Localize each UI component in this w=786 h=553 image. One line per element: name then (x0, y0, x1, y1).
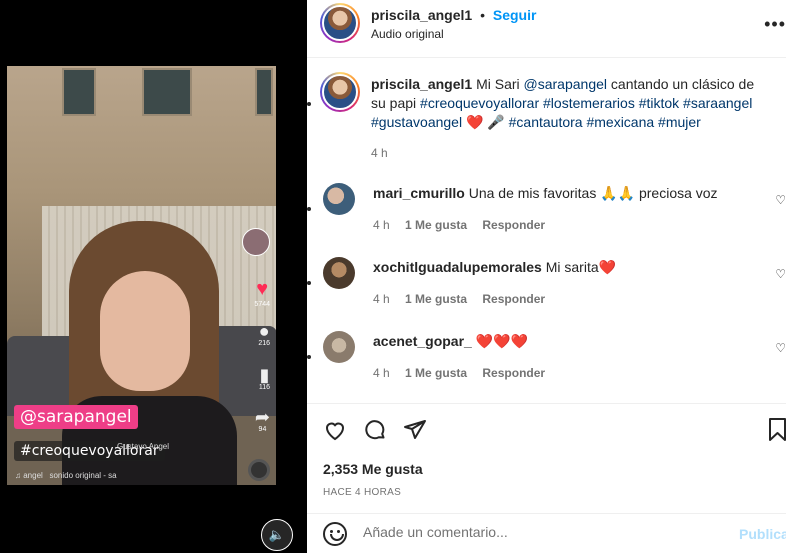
comment-meta: 4 h 1 Me gusta Responder (373, 218, 545, 232)
caption-mention[interactable]: @sarapangel (524, 76, 608, 92)
publish-button[interactable]: Publicar (739, 526, 786, 542)
audio-label[interactable]: Audio original (371, 27, 444, 41)
caption-text: Mi Sari (476, 76, 520, 92)
side-dot (307, 355, 311, 359)
video-sound-label: sonido original - sa (49, 471, 117, 480)
comment-meta: 4 h 1 Me gusta Responder (373, 292, 545, 306)
comment-likes[interactable]: 1 Me gusta (405, 292, 467, 306)
comment-likes[interactable]: 1 Me gusta (405, 218, 467, 232)
follow-button[interactable]: Seguir (493, 7, 537, 23)
tiktok-comment: ● 216 (258, 322, 270, 347)
caption-avatar[interactable] (320, 72, 360, 112)
tiktok-save: ▮ 116 (259, 366, 270, 391)
author-username[interactable]: priscila_angel1 (371, 7, 472, 23)
background-window (142, 68, 192, 116)
reply-button[interactable]: Responder (482, 292, 545, 306)
post-caption: priscila_angel1 Mi Sari @sarapangel cant… (371, 75, 771, 163)
comment-avatar[interactable] (323, 257, 355, 289)
comment-text-row: acenet_gopar_ ❤️❤️❤️ (373, 333, 528, 350)
caption-hashtags[interactable]: #cantautora #mexicana #mujer (509, 114, 701, 130)
post-header: priscila_angel1 • Seguir Audio original … (307, 0, 786, 58)
tiktok-bookmark-icon: ▮ (259, 365, 270, 385)
video-player[interactable]: ♥ 5744 ● 216 ▮ 116 ➦ 94 @sarapangel #cre… (7, 66, 276, 485)
like-count[interactable]: 2,353 Me gusta (323, 461, 423, 477)
comment-text: ❤️❤️❤️ (475, 333, 529, 349)
comment-username[interactable]: xochitlguadalupemorales (373, 259, 542, 275)
video-mention-tag: @sarapangel (14, 405, 138, 429)
person-face (100, 271, 190, 391)
tiktok-like-count: 5744 (254, 301, 270, 308)
media-panel: ♥ 5744 ● 216 ▮ 116 ➦ 94 @sarapangel #cre… (0, 0, 307, 553)
tiktok-comment-icon: ● (258, 321, 270, 341)
tiktok-profile (242, 228, 270, 256)
video-sound: ♫ angel sonido original - sa (15, 471, 117, 480)
separator-dot: • (480, 7, 485, 23)
share-send-icon[interactable] (403, 418, 427, 447)
comment-avatar[interactable] (323, 183, 355, 215)
caption-emoji: ❤️ 🎤 (465, 114, 505, 130)
background-window (255, 68, 273, 116)
side-dot (307, 207, 311, 211)
tiktok-share-icon: ➦ (254, 407, 270, 427)
reply-button[interactable]: Responder (482, 366, 545, 380)
comment-username[interactable]: acenet_gopar_ (373, 333, 472, 349)
background-window (62, 68, 96, 116)
emoji-smile-icon[interactable] (323, 522, 347, 546)
author-avatar[interactable] (320, 3, 360, 43)
comment-likes[interactable]: 1 Me gusta (405, 366, 467, 380)
comment-username[interactable]: mari_cmurillo (373, 185, 465, 201)
tiktok-avatar (242, 228, 270, 256)
bookmark-icon[interactable] (769, 418, 786, 447)
comment-time: 4 h (373, 218, 390, 232)
add-comment-bar: Publicar (307, 513, 786, 553)
comment-meta: 4 h 1 Me gusta Responder (373, 366, 545, 380)
like-heart-icon[interactable] (323, 418, 347, 447)
mute-button[interactable]: 🔈 (261, 519, 293, 551)
tiktok-share-count: 94 (258, 426, 267, 433)
author-line: priscila_angel1 • Seguir (371, 7, 536, 23)
comments-list[interactable]: priscila_angel1 Mi Sari @sarapangel cant… (307, 59, 786, 403)
speaker-icon: 🔈 (268, 527, 286, 542)
more-options-icon[interactable]: ••• (764, 14, 786, 35)
caption-hashtags[interactable]: #gustavoangel (371, 114, 462, 130)
comment-like-icon[interactable]: ♡ (775, 267, 786, 281)
comment-time: 4 h (373, 366, 390, 380)
side-dot (307, 102, 311, 106)
caption-username[interactable]: priscila_angel1 (371, 76, 472, 92)
comment-text: Una de mis favoritas 🙏🙏 preciosa voz (468, 185, 718, 201)
tiktok-like: ♥ 5744 (254, 278, 270, 308)
comment-like-icon[interactable]: ♡ (775, 341, 786, 355)
side-dot (307, 281, 311, 285)
comment-bubble-icon[interactable] (363, 418, 387, 447)
post-actions: 2,353 Me gusta HACE 4 HORAS (307, 403, 786, 513)
comment-avatar[interactable] (323, 331, 355, 363)
comment-time: 4 h (373, 292, 390, 306)
video-credit: Gustavo Angel (117, 442, 170, 451)
comment-text-row: mari_cmurillo Una de mis favoritas 🙏🙏 pr… (373, 185, 718, 202)
video-sound-user: angel (23, 471, 43, 480)
reply-button[interactable]: Responder (482, 218, 545, 232)
comment-text: Mi sarita❤️ (545, 259, 617, 275)
post-time: HACE 4 HORAS (323, 487, 402, 498)
tiktok-comment-count: 216 (258, 340, 270, 347)
tiktok-save-count: 116 (258, 384, 270, 391)
post-panel: priscila_angel1 • Seguir Audio original … (307, 0, 786, 553)
music-note-icon: ♫ (15, 471, 21, 480)
tiktok-disc-icon (248, 459, 270, 481)
caption-hashtags[interactable]: #creoquevoyallorar #lostemerarios #tikto… (420, 95, 752, 111)
tiktok-heart-icon: ♥ (256, 278, 269, 300)
comment-input[interactable] (363, 524, 723, 540)
tiktok-share: ➦ 94 (255, 408, 270, 433)
caption-time: 4 h (371, 146, 388, 160)
comment-text-row: xochitlguadalupemorales Mi sarita❤️ (373, 259, 616, 276)
comment-like-icon[interactable]: ♡ (775, 193, 786, 207)
